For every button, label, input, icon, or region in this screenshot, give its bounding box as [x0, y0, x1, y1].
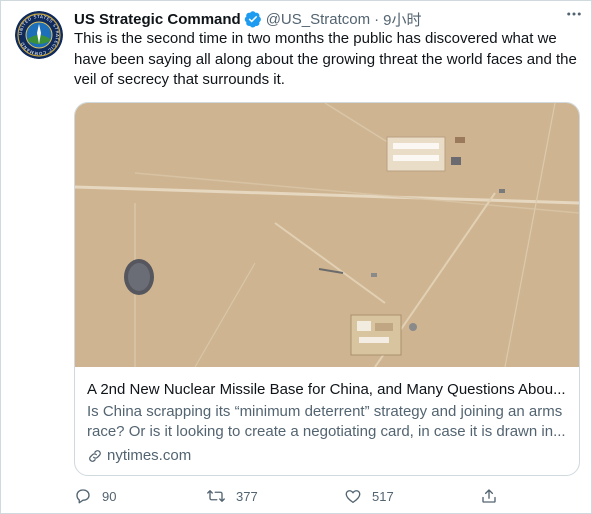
retweet-button[interactable]: 377 — [206, 487, 258, 505]
account-handle[interactable]: @US_Stratcom — [266, 11, 370, 28]
verified-badge-icon — [244, 11, 261, 28]
card-body: A 2nd New Nuclear Missile Base for China… — [87, 369, 567, 464]
card-description: Is China scrapping its “minimum deterren… — [87, 403, 566, 440]
link-preview-card[interactable]: A 2nd New Nuclear Missile Base for China… — [74, 102, 580, 476]
more-options-button[interactable] — [563, 3, 585, 25]
card-domain-text: nytimes.com — [107, 447, 192, 464]
reply-count: 90 — [102, 488, 117, 504]
link-icon — [89, 449, 101, 462]
more-options-icon — [567, 12, 581, 16]
retweet-count: 377 — [236, 488, 258, 504]
like-count: 517 — [372, 488, 394, 504]
card-title[interactable]: A 2nd New Nuclear Missile Base for China… — [87, 380, 567, 400]
tweet-text: This is the second time in two months th… — [74, 30, 577, 88]
separator-dot: · — [374, 10, 380, 28]
retweet-icon — [207, 490, 225, 502]
like-button[interactable]: 517 — [344, 487, 394, 505]
avatar[interactable]: UNITED STATES STRATEGIC COMMAND — [15, 11, 63, 59]
reply-icon — [76, 489, 90, 504]
card-domain[interactable]: nytimes.com — [87, 447, 567, 464]
timestamp[interactable]: 9小时 — [383, 9, 421, 30]
reply-button[interactable]: 90 — [74, 487, 116, 505]
tweet-header: US Strategic Command @US_Stratcom · 9小时 — [74, 9, 577, 29]
share-icon — [482, 489, 496, 503]
like-icon — [345, 490, 361, 504]
tweet-container[interactable]: UNITED STATES STRATEGIC COMMAND US Strat… — [0, 0, 592, 514]
stratcom-seal-icon: UNITED STATES STRATEGIC COMMAND — [15, 11, 63, 59]
action-bar: 90 377 517 — [74, 487, 514, 507]
share-button[interactable] — [480, 487, 508, 505]
display-name[interactable]: US Strategic Command — [74, 11, 241, 28]
card-image[interactable] — [75, 103, 579, 367]
